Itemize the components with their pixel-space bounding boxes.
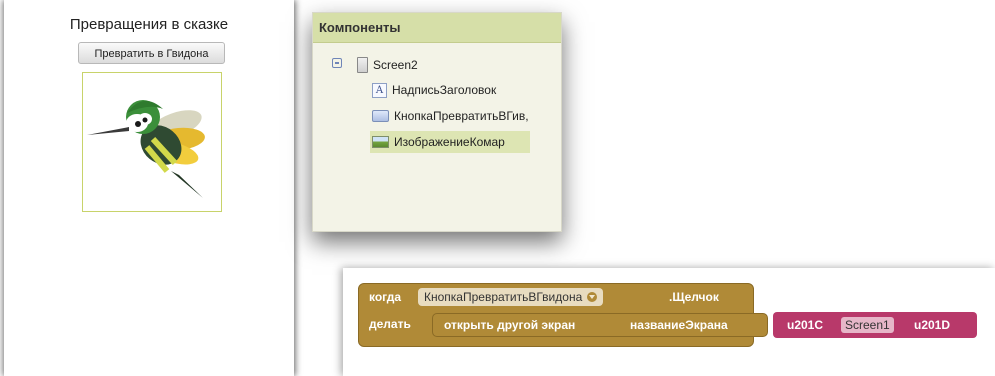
tree-item-label: НадписьЗаголовок [392, 83, 497, 97]
tree-item-label-component[interactable]: A НадписьЗаголовок [372, 79, 496, 101]
when-keyword: когда [369, 290, 402, 304]
component-dropdown-label: КнопкаПревратитьВГвидона [424, 290, 583, 304]
components-header: Компоненты [313, 13, 561, 43]
tree-item-image-component[interactable]: ИзображениеКомар [370, 131, 530, 153]
label-icon: A [372, 82, 387, 98]
quote-close: u201D [914, 318, 951, 332]
event-name: .Щелчок [669, 290, 719, 304]
tree-item-button-component[interactable]: КнопкаПревратитьВГив, [372, 105, 529, 127]
transform-button[interactable]: Превратить в Гвидона [78, 42, 225, 64]
image-icon [372, 136, 389, 148]
mosquito-image[interactable] [82, 72, 222, 212]
tree-item-screen[interactable]: Screen2 [357, 54, 418, 76]
do-keyword: делать [369, 317, 411, 331]
collapse-icon[interactable] [332, 58, 342, 68]
hummingbird-mosquito-icon [87, 100, 205, 198]
chevron-down-icon [587, 292, 598, 302]
screen-icon [357, 57, 368, 73]
button-icon [372, 110, 389, 122]
component-dropdown[interactable]: КнопкаПревратитьВГвидона [418, 288, 604, 306]
phone-preview: Превращения в сказке Превратить в Гвидон… [4, 0, 294, 376]
tree-item-label: КнопкаПревратитьВГив, [394, 109, 529, 123]
quote-open: u201C [787, 318, 824, 332]
tree-item-label: ИзображениеКомар [394, 135, 505, 149]
screen-name-param: названиеЭкрана [630, 318, 728, 332]
screen-title-label: Превращения в сказке [69, 16, 229, 33]
screen-value-field[interactable]: Screen1 [841, 317, 894, 333]
open-screen-label: открыть другой экран [444, 318, 576, 332]
tree-item-label: Screen2 [373, 58, 418, 72]
